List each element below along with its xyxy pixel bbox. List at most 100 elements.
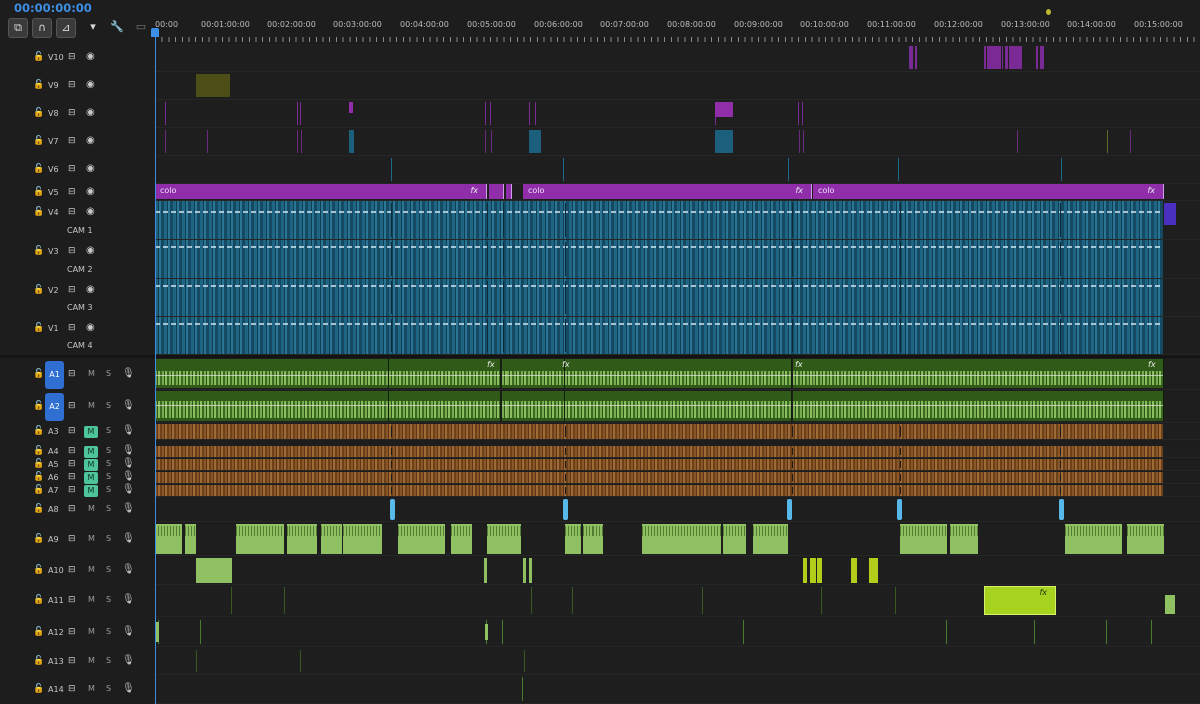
mute-button[interactable]: M bbox=[84, 446, 98, 458]
clip[interactable] bbox=[1002, 46, 1003, 69]
sync-lock-icon[interactable]: ⊟ bbox=[68, 136, 76, 146]
audio-clip[interactable] bbox=[851, 558, 857, 583]
camera-clip[interactable] bbox=[155, 240, 1163, 278]
video-audio-divider[interactable] bbox=[0, 355, 1200, 358]
track-name[interactable]: V1 bbox=[48, 324, 59, 333]
audio-clip[interactable]: fx bbox=[984, 586, 1056, 615]
track-lane[interactable] bbox=[155, 648, 1200, 675]
audio-clip[interactable] bbox=[753, 524, 788, 554]
mute-button[interactable]: M bbox=[88, 656, 95, 665]
playhead-line[interactable] bbox=[155, 30, 156, 704]
solo-button[interactable]: S bbox=[106, 534, 111, 543]
eye-icon[interactable]: ◉ bbox=[86, 284, 95, 295]
mic-icon[interactable]: 🎙 bbox=[122, 425, 135, 436]
audio-clip[interactable] bbox=[321, 524, 342, 554]
track-name[interactable]: A4 bbox=[48, 447, 59, 456]
audio-clip[interactable] bbox=[155, 446, 1163, 457]
track-name[interactable]: V5 bbox=[48, 188, 59, 197]
sync-lock-icon[interactable]: ⊟ bbox=[68, 472, 76, 482]
track-lane[interactable]: fx bbox=[155, 585, 1200, 617]
audio-clip[interactable] bbox=[565, 391, 792, 421]
clip[interactable] bbox=[349, 102, 353, 113]
adjustment-layer-clip[interactable]: colo fx bbox=[155, 184, 487, 199]
fx-badge[interactable]: fx bbox=[1147, 186, 1155, 195]
mute-button[interactable]: M bbox=[88, 684, 95, 693]
lock-icon[interactable]: 🔓 bbox=[33, 108, 44, 118]
eye-icon[interactable]: ◉ bbox=[86, 186, 95, 197]
solo-button[interactable]: S bbox=[106, 504, 111, 513]
track-lane[interactable] bbox=[155, 498, 1200, 522]
audio-clip[interactable] bbox=[529, 558, 532, 583]
track-name[interactable]: A13 bbox=[48, 657, 64, 666]
adjustment-layer-clip[interactable]: colo fx bbox=[813, 184, 1164, 199]
mic-icon[interactable]: 🎙 bbox=[122, 400, 135, 411]
sync-lock-icon[interactable]: ⊟ bbox=[68, 459, 76, 469]
solo-button[interactable]: S bbox=[106, 485, 111, 494]
add-marker-icon[interactable]: ▾ bbox=[84, 18, 102, 36]
nest-icon[interactable]: ⧉ bbox=[8, 18, 28, 38]
sync-lock-icon[interactable]: ⊟ bbox=[68, 627, 76, 637]
track-name[interactable]: A3 bbox=[48, 427, 59, 436]
sync-lock-icon[interactable]: ⊟ bbox=[68, 52, 76, 62]
track-lane[interactable] bbox=[155, 201, 1200, 240]
mute-button[interactable]: M bbox=[84, 472, 98, 484]
track-lane[interactable] bbox=[155, 72, 1200, 100]
audio-clip[interactable] bbox=[565, 359, 792, 388]
track-name[interactable]: A7 bbox=[48, 486, 59, 495]
audio-clip[interactable] bbox=[817, 558, 822, 583]
mic-icon[interactable]: 🎙 bbox=[122, 471, 135, 482]
sync-lock-icon[interactable]: ⊟ bbox=[68, 504, 76, 514]
lock-icon[interactable]: 🔓 bbox=[33, 656, 44, 666]
mute-button[interactable]: M bbox=[88, 369, 95, 378]
fx-badge[interactable]: fx bbox=[1039, 588, 1047, 597]
mic-icon[interactable]: 🎙 bbox=[122, 458, 135, 469]
clip[interactable] bbox=[715, 130, 733, 153]
track-lane[interactable] bbox=[155, 424, 1200, 440]
mute-button[interactable]: M bbox=[88, 534, 95, 543]
solo-button[interactable]: S bbox=[106, 401, 111, 410]
audio-clip[interactable] bbox=[1127, 524, 1164, 554]
track-name[interactable]: A10 bbox=[48, 566, 64, 575]
sync-lock-icon[interactable]: ⊟ bbox=[68, 323, 76, 333]
audio-clip[interactable] bbox=[155, 524, 182, 554]
lock-icon[interactable]: 🔓 bbox=[33, 595, 44, 605]
solo-button[interactable]: S bbox=[106, 472, 111, 481]
adjustment-layer-clip[interactable] bbox=[489, 184, 504, 199]
fx-badge[interactable]: fx bbox=[487, 360, 495, 369]
eye-icon[interactable]: ◉ bbox=[86, 79, 95, 90]
track-name[interactable]: A8 bbox=[48, 505, 59, 514]
solo-button[interactable]: S bbox=[106, 684, 111, 693]
audio-clip[interactable] bbox=[593, 524, 603, 554]
track-target-a1[interactable]: A1 bbox=[45, 361, 64, 389]
track-lane[interactable] bbox=[155, 485, 1200, 497]
audio-clip[interactable] bbox=[565, 524, 581, 554]
lock-icon[interactable]: 🔓 bbox=[33, 164, 44, 174]
audio-clip[interactable] bbox=[869, 558, 878, 583]
eye-icon[interactable]: ◉ bbox=[86, 206, 95, 217]
track-lane[interactable] bbox=[155, 472, 1200, 484]
sync-lock-icon[interactable]: ⊟ bbox=[68, 108, 76, 118]
sync-lock-icon[interactable]: ⊟ bbox=[68, 534, 76, 544]
lock-icon[interactable]: 🔓 bbox=[33, 504, 44, 514]
fx-badge[interactable]: fx bbox=[795, 360, 803, 369]
eye-icon[interactable]: ◉ bbox=[86, 51, 95, 62]
audio-clip[interactable] bbox=[810, 558, 816, 583]
audio-clip[interactable] bbox=[507, 359, 565, 388]
track-name[interactable]: V10 bbox=[48, 53, 64, 62]
lock-icon[interactable]: 🔓 bbox=[33, 401, 44, 411]
audio-clip[interactable] bbox=[900, 524, 947, 554]
solo-button[interactable]: S bbox=[106, 565, 111, 574]
track-lane[interactable] bbox=[155, 391, 1200, 423]
track-lane[interactable] bbox=[155, 618, 1200, 647]
solo-button[interactable]: S bbox=[106, 595, 111, 604]
track-name[interactable]: V6 bbox=[48, 165, 59, 174]
lock-icon[interactable]: 🔓 bbox=[33, 246, 44, 256]
lock-icon[interactable]: 🔓 bbox=[33, 285, 44, 295]
fx-badge[interactable]: fx bbox=[1148, 360, 1156, 369]
fx-badge[interactable]: fx bbox=[562, 360, 570, 369]
clip[interactable] bbox=[984, 46, 986, 69]
clip[interactable] bbox=[1164, 203, 1176, 225]
eye-icon[interactable]: ◉ bbox=[86, 107, 95, 118]
track-lane[interactable] bbox=[155, 156, 1200, 184]
adjustment-layer-clip[interactable]: colo fx bbox=[523, 184, 812, 199]
